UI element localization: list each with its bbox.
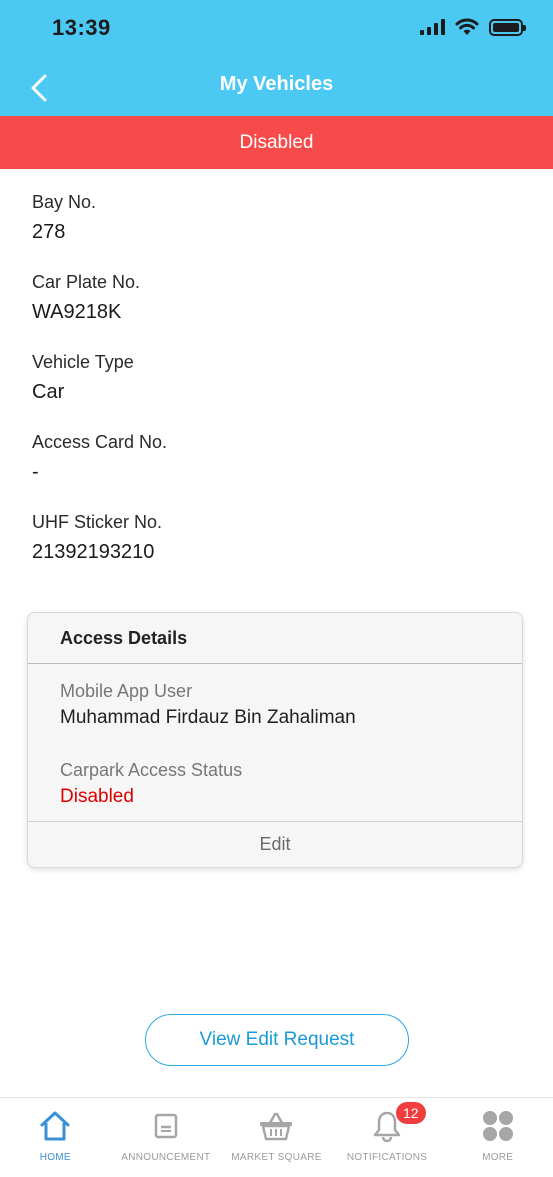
nav-label: MORE <box>482 1152 514 1163</box>
status-bar: 13:39 <box>0 0 553 60</box>
nav-item-home[interactable]: HOME <box>0 1098 111 1177</box>
carpark-access-status-value: Disabled <box>60 786 134 807</box>
nav-item-more[interactable]: MORE <box>442 1098 553 1177</box>
nav-item-market-square[interactable]: MARKET SQUARE <box>221 1098 332 1177</box>
cellular-signal-icon <box>420 19 445 35</box>
notification-count-badge: 12 <box>395 1102 426 1124</box>
system-icons <box>420 18 526 36</box>
view-edit-request-button[interactable]: View Edit Request <box>145 1014 409 1066</box>
vehicle-type-field: Vehicle Type Car <box>32 350 522 430</box>
bottom-nav: HOME ANNOUNCEMENT MARKET SQUARE 12 NOTIF… <box>0 1097 553 1177</box>
bay-number-field: Bay No. 278 <box>32 190 522 270</box>
access-details-title: Access Details <box>28 613 522 664</box>
mobile-app-user-label: Mobile App User <box>60 681 193 701</box>
home-icon <box>35 1108 75 1144</box>
access-details-body: Mobile App User Muhammad Firdauz Bin Zah… <box>28 664 522 822</box>
field-value: 278 <box>32 221 66 243</box>
nav-label: HOME <box>39 1152 71 1163</box>
field-value: 21392193210 <box>32 541 155 563</box>
field-label: Vehicle Type <box>32 352 134 372</box>
announcement-icon <box>146 1108 186 1144</box>
nav-label: MARKET SQUARE <box>231 1152 322 1163</box>
carpark-access-status-label: Carpark Access Status <box>60 760 243 780</box>
field-value: - <box>32 461 39 483</box>
car-plate-field: Car Plate No. WA9218K <box>32 270 522 350</box>
app-header: 13:39 My Vehicles <box>0 0 553 116</box>
access-card-field: Access Card No. - <box>32 430 522 510</box>
field-label: Access Card No. <box>32 432 168 452</box>
nav-label: NOTIFICATIONS <box>346 1152 428 1163</box>
nav-item-announcement[interactable]: ANNOUNCEMENT <box>111 1098 222 1177</box>
field-value: WA9218K <box>32 301 122 323</box>
more-icon <box>478 1108 518 1144</box>
nav-item-notifications[interactable]: 12 NOTIFICATIONS <box>332 1098 443 1177</box>
status-banner: Disabled <box>0 116 553 169</box>
field-label: UHF Sticker No. <box>32 512 163 532</box>
vehicle-details: Bay No. 278 Car Plate No. WA9218K Vehicl… <box>32 190 522 590</box>
field-label: Car Plate No. <box>32 272 141 292</box>
battery-icon <box>489 18 526 36</box>
access-details-card: Access Details Mobile App User Muhammad … <box>27 612 523 868</box>
page-title: My Vehicles <box>219 73 334 95</box>
uhf-sticker-field: UHF Sticker No. 21392193210 <box>32 510 522 590</box>
nav-label: ANNOUNCEMENT <box>121 1152 211 1163</box>
field-label: Bay No. <box>32 192 97 212</box>
wifi-icon <box>455 18 479 35</box>
edit-button[interactable]: Edit <box>28 822 522 867</box>
basket-icon <box>256 1108 296 1144</box>
field-value: Car <box>32 381 65 403</box>
status-time: 13:39 <box>52 15 111 40</box>
mobile-app-user-value: Muhammad Firdauz Bin Zahaliman <box>60 707 356 728</box>
